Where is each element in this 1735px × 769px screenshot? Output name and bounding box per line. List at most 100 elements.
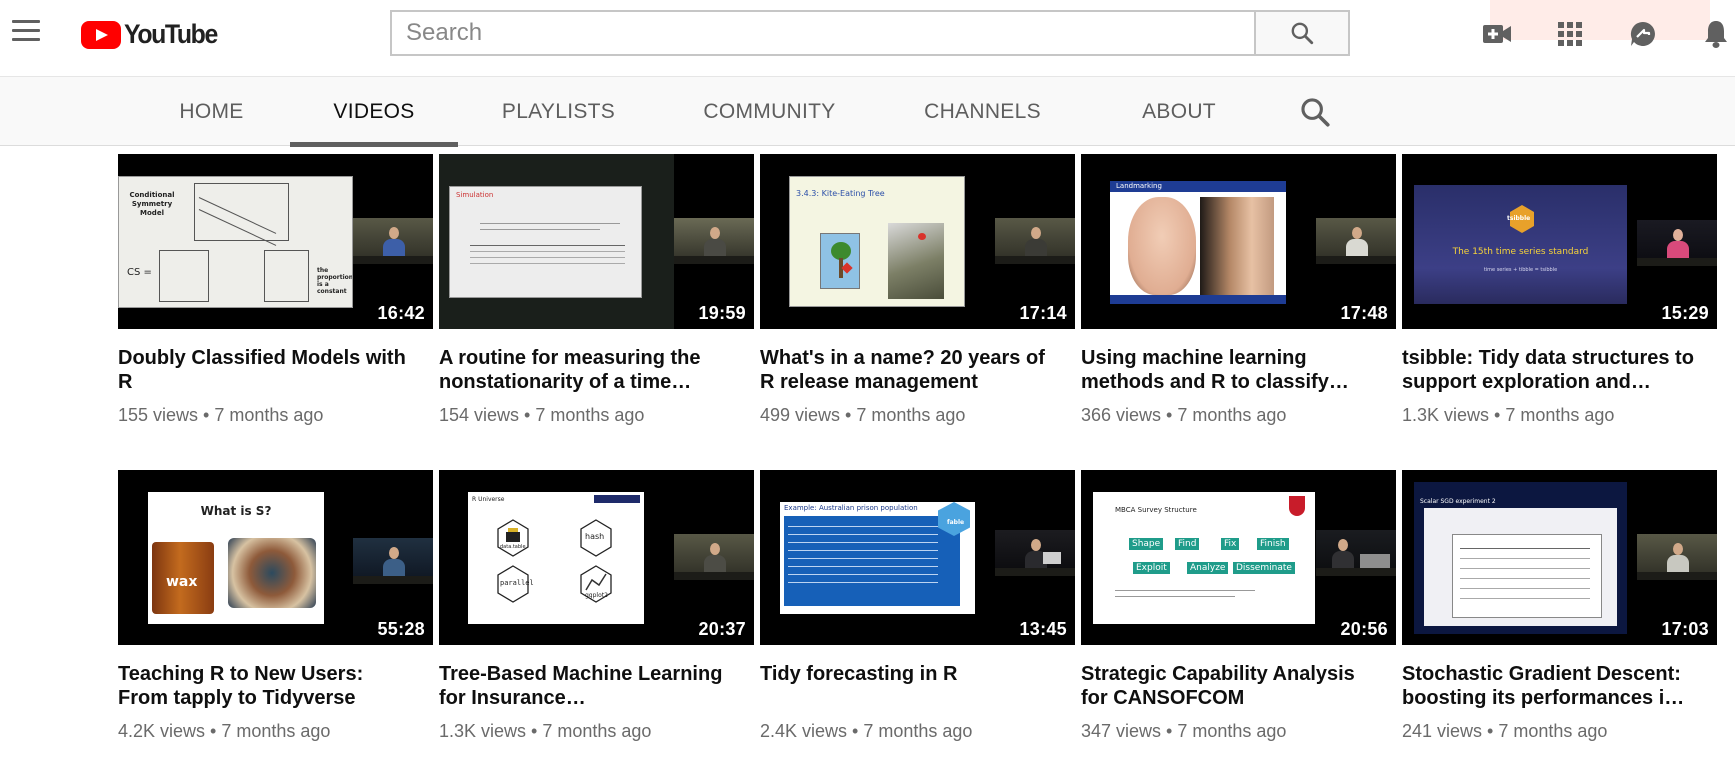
video-thumbnail[interactable]: Simulation 19:59 xyxy=(439,154,754,329)
video-thumbnail[interactable]: 3.4.3: Kite-Eating Tree 17:14 xyxy=(760,154,1075,329)
video-card[interactable]: 3.4.3: Kite-Eating Tree 17:14 What's in … xyxy=(760,154,1075,426)
slide-heading: 3.4.3: Kite-Eating Tree xyxy=(796,189,885,198)
speaker-video-image xyxy=(353,218,433,264)
video-title[interactable]: A routine for measuring the nonstationar… xyxy=(439,346,754,394)
view-count: 366 views xyxy=(1081,405,1162,425)
slide-text: Fix xyxy=(1221,538,1240,550)
video-title[interactable]: Tree-Based Machine Learning for Insuranc… xyxy=(439,662,754,710)
youtube-play-icon xyxy=(81,20,121,49)
video-meta: 1.3K views • 7 months ago xyxy=(1402,405,1615,425)
video-title[interactable]: Teaching R to New Users: From tapply to … xyxy=(118,662,433,710)
video-thumbnail[interactable]: MBCA Survey Structure Shape Find Fix Fin… xyxy=(1081,470,1396,645)
create-video-icon[interactable] xyxy=(1478,14,1517,54)
video-thumbnail[interactable]: Scalar SGD experiment 2 17:03 xyxy=(1402,470,1717,645)
upload-age: 7 months ago xyxy=(1505,405,1615,425)
slide-text: Exploit xyxy=(1133,562,1170,574)
video-title[interactable]: Tidy forecasting in R xyxy=(760,662,1075,710)
tab-videos[interactable]: VIDEOS xyxy=(290,77,458,146)
upload-age: 7 months ago xyxy=(1498,721,1608,741)
video-duration: 15:29 xyxy=(1657,302,1713,325)
video-title[interactable]: Strategic Capability Analysis for CANSOF… xyxy=(1081,662,1396,710)
view-count: 499 views xyxy=(760,405,841,425)
tab-home[interactable]: HOME xyxy=(160,77,263,146)
video-card[interactable]: Example: Australian prison population fa… xyxy=(760,470,1075,742)
notifications-bell-icon[interactable] xyxy=(1696,14,1735,54)
speaker-video-image xyxy=(674,218,754,264)
video-duration: 16:42 xyxy=(373,302,429,325)
slide-text: CS = xyxy=(127,267,152,278)
channel-search-icon[interactable] xyxy=(1298,95,1332,129)
search-button[interactable] xyxy=(1254,10,1350,56)
slide-heading: What is S? xyxy=(200,504,272,518)
hex-label: data.table xyxy=(500,544,526,550)
upload-age: 7 months ago xyxy=(542,721,652,741)
slide-thumbnail-image: Example: Australian prison population fa… xyxy=(780,502,975,614)
slide-heading: Conditional Symmetry Model xyxy=(129,191,175,217)
slide-heading: Simulation xyxy=(456,191,494,199)
video-thumbnail[interactable]: tsibble The 15th time series standard ti… xyxy=(1402,154,1717,329)
video-thumbnail[interactable]: Conditional Symmetry Model CS = the prop… xyxy=(118,154,433,329)
slide-thumbnail-image: Landmarking xyxy=(1110,181,1286,304)
view-count: 2.4K views xyxy=(760,721,848,741)
video-duration: 20:37 xyxy=(694,618,750,641)
search-box xyxy=(390,10,1394,56)
hamburger-menu-icon[interactable] xyxy=(12,20,42,48)
speaker-video-image xyxy=(1637,220,1717,266)
video-thumbnail[interactable]: R Universe data.table hash parallel ggpl… xyxy=(439,470,754,645)
youtube-logo[interactable]: YouTube xyxy=(81,19,225,50)
speaker-video-image xyxy=(1316,530,1396,576)
video-title[interactable]: Using machine learning methods and R to … xyxy=(1081,346,1396,394)
search-icon xyxy=(1291,22,1314,45)
slide-thumbnail-image: Conditional Symmetry Model CS = the prop… xyxy=(118,176,353,308)
video-meta: 2.4K views • 7 months ago xyxy=(760,721,973,741)
video-card[interactable]: MBCA Survey Structure Shape Find Fix Fin… xyxy=(1081,470,1396,742)
speaker-video-image xyxy=(995,530,1075,576)
view-count: 347 views xyxy=(1081,721,1162,741)
video-thumbnail[interactable]: Example: Australian prison population fa… xyxy=(760,470,1075,645)
slide-text: time series + tibble = tsibble xyxy=(1483,267,1558,273)
video-title[interactable]: Doubly Classified Models with R xyxy=(118,346,433,394)
video-meta: 1.3K views • 7 months ago xyxy=(439,721,652,741)
slide-thumbnail-image: What is S? wax xyxy=(148,492,324,624)
video-thumbnail[interactable]: Landmarking 17:48 xyxy=(1081,154,1396,329)
video-title[interactable]: tsibble: Tidy data structures to support… xyxy=(1402,346,1717,394)
active-tab-indicator xyxy=(290,142,458,147)
video-meta: 4.2K views • 7 months ago xyxy=(118,721,331,741)
video-card[interactable]: Landmarking 17:48 Using machine learning… xyxy=(1081,154,1396,426)
video-card[interactable]: Conditional Symmetry Model CS = the prop… xyxy=(118,154,433,426)
slide-text: Finish xyxy=(1257,538,1289,550)
speaker-video-image xyxy=(1316,218,1396,264)
view-count: 155 views xyxy=(118,405,199,425)
video-meta: 347 views • 7 months ago xyxy=(1081,721,1287,741)
video-card[interactable]: Simulation 19:59 A routine for measuring… xyxy=(439,154,754,426)
video-title[interactable]: Stochastic Gradient Descent: boosting it… xyxy=(1402,662,1717,710)
slide-heading: Example: Australian prison population xyxy=(784,504,918,512)
slide-heading: The 15th time series standard xyxy=(1452,247,1589,257)
upload-age: 7 months ago xyxy=(856,405,966,425)
tab-channels[interactable]: CHANNELS xyxy=(915,77,1050,146)
video-duration: 20:56 xyxy=(1336,618,1392,641)
tab-about[interactable]: ABOUT xyxy=(1125,77,1233,146)
speaker-video-image xyxy=(353,538,433,584)
slide-text: Find xyxy=(1175,538,1200,550)
apps-grid-icon[interactable] xyxy=(1551,14,1590,54)
tab-playlists[interactable]: PLAYLISTS xyxy=(495,77,622,146)
view-count: 1.3K views xyxy=(439,721,527,741)
video-card[interactable]: R Universe data.table hash parallel ggpl… xyxy=(439,470,754,742)
masthead-actions xyxy=(1478,14,1735,54)
video-title[interactable]: What's in a name? 20 years of R release … xyxy=(760,346,1075,394)
search-input[interactable] xyxy=(390,10,1254,56)
slide-thumbnail-image: tsibble The 15th time series standard ti… xyxy=(1414,185,1627,304)
video-card[interactable]: What is S? wax 55:28 Teaching R to New U… xyxy=(118,470,433,742)
slide-thumbnail-image: MBCA Survey Structure Shape Find Fix Fin… xyxy=(1093,492,1315,624)
video-card[interactable]: tsibble The 15th time series standard ti… xyxy=(1402,154,1717,426)
slide-thumbnail-image: 3.4.3: Kite-Eating Tree xyxy=(789,176,965,307)
messages-icon[interactable] xyxy=(1624,14,1663,54)
slide-heading: Scalar SGD experiment 2 xyxy=(1420,498,1496,505)
tab-community[interactable]: COMMUNITY xyxy=(697,77,842,146)
speaker-video-image xyxy=(995,218,1075,264)
video-card[interactable]: Scalar SGD experiment 2 17:03 Stochastic… xyxy=(1402,470,1717,742)
upload-age: 7 months ago xyxy=(1177,721,1287,741)
video-thumbnail[interactable]: What is S? wax 55:28 xyxy=(118,470,433,645)
upload-age: 7 months ago xyxy=(535,405,645,425)
